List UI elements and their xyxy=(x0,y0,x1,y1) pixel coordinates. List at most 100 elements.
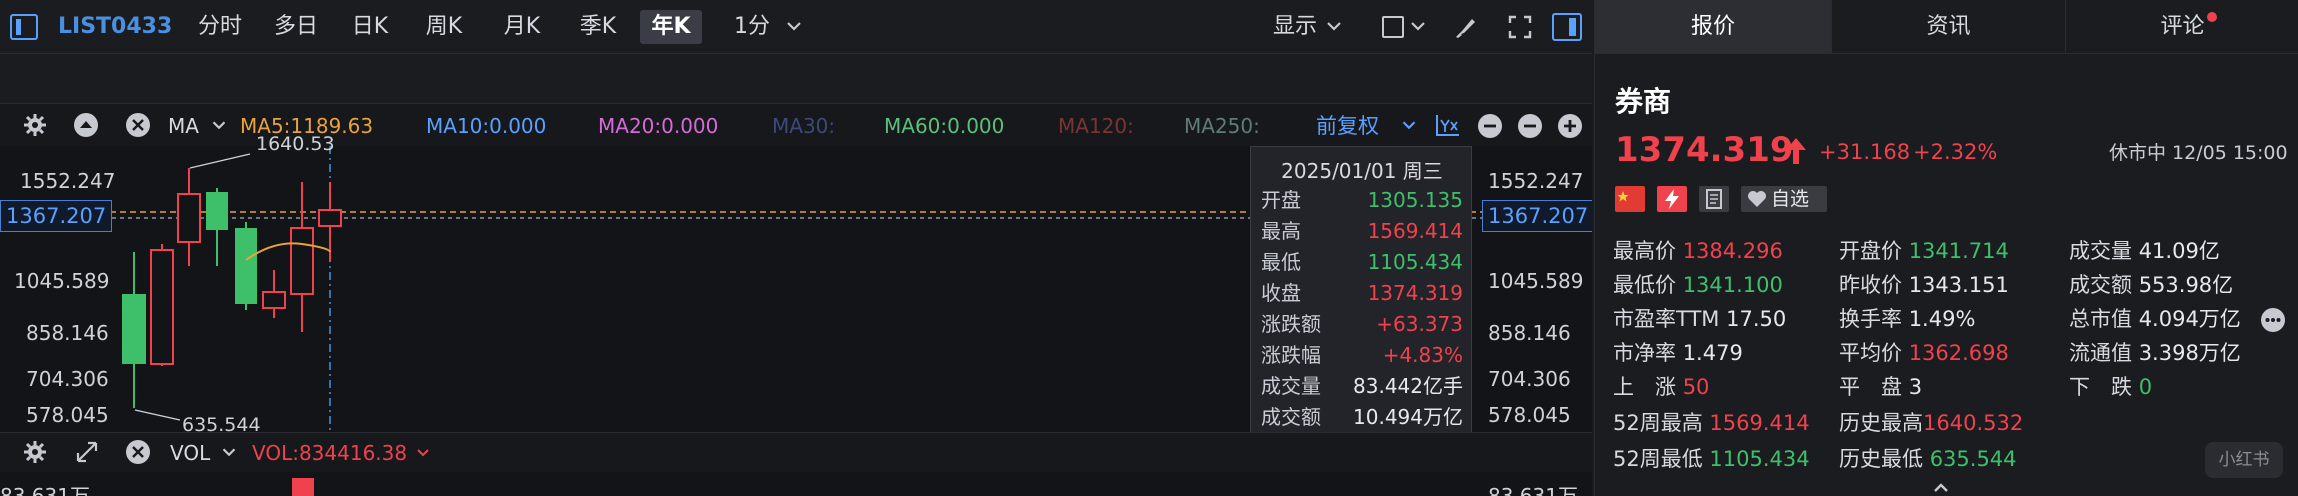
ma-label[interactable]: MA xyxy=(168,113,199,139)
ma5-line xyxy=(245,242,331,261)
ma250-value: MA250: xyxy=(1184,114,1260,138)
gear-icon[interactable] xyxy=(22,112,48,138)
tab-1min[interactable]: 1分 xyxy=(728,10,776,44)
quote-rise: 上 涨 50 xyxy=(1613,375,1710,399)
candle xyxy=(262,291,286,309)
tab-monthly-k[interactable]: 月K xyxy=(496,10,548,44)
candle xyxy=(235,228,257,304)
watchlist-button[interactable]: 自选 xyxy=(1741,186,1827,212)
y-axis-label: 858.146 xyxy=(26,321,109,345)
close-icon[interactable] xyxy=(126,113,150,137)
sidebar-toggle-icon[interactable] xyxy=(10,14,38,40)
tooltip-row: 最高 1569.414 xyxy=(1261,219,1463,243)
tooltip-row: 涨跌幅 +4.83% xyxy=(1261,343,1463,367)
y-axis-label-right: 578.045 xyxy=(1488,403,1571,427)
high-annotation-line xyxy=(189,153,251,169)
chevron-down-icon[interactable] xyxy=(218,441,240,463)
tab-weekly-k[interactable]: 周K xyxy=(418,10,470,44)
drawing-toolbar: Aa xyxy=(0,54,1592,146)
y-axis-label-right: 858.146 xyxy=(1488,321,1571,345)
quote-52w-high: 52周最高 1569.414 xyxy=(1613,411,1810,435)
collapse-up-icon[interactable] xyxy=(74,113,98,137)
y-axis-label: 578.045 xyxy=(26,403,109,427)
minus-icon[interactable] xyxy=(1518,114,1542,138)
watchlist-label: 自选 xyxy=(1771,188,1810,210)
adjust-selector[interactable]: 前复权 xyxy=(1316,113,1379,139)
ma60-value: MA60:0.000 xyxy=(884,114,1005,138)
tab-daily-k[interactable]: 日K xyxy=(344,10,396,44)
minus-icon[interactable] xyxy=(1478,114,1502,138)
market-status: 休市中 12/05 15:00 xyxy=(2109,142,2288,164)
chevron-up-icon[interactable] xyxy=(1929,478,1953,496)
chevron-down-icon[interactable] xyxy=(208,114,230,136)
panel-toggle-icon[interactable] xyxy=(1552,13,1582,41)
ma20-value: MA20:0.000 xyxy=(598,114,719,138)
tab-news[interactable]: 资讯 xyxy=(1831,0,2065,54)
heart-icon xyxy=(1748,191,1766,207)
price-change-pct: +2.32% xyxy=(1913,140,1998,164)
candle xyxy=(206,192,228,230)
quote-float-cap: 流通值 3.398万亿 xyxy=(2069,341,2241,365)
document-icon[interactable] xyxy=(1699,186,1729,212)
expand-icon[interactable] xyxy=(74,439,100,465)
tab-yearly-k[interactable]: 年K xyxy=(640,10,702,44)
chevron-down-icon[interactable] xyxy=(782,14,806,38)
quote-volume: 成交量 41.09亿 xyxy=(2069,239,2220,263)
tab-timeshare[interactable]: 分时 xyxy=(190,10,250,44)
chevron-down-icon[interactable] xyxy=(414,441,432,463)
more-icon[interactable] xyxy=(2261,308,2285,332)
vol-label[interactable]: VOL xyxy=(170,440,210,466)
close-icon[interactable] xyxy=(126,440,150,464)
quote-hist-low: 历史最低 635.544 xyxy=(1839,447,2017,471)
vol-value: VOL:834416.38 xyxy=(252,441,408,465)
current-price-label-left: 1367.207 xyxy=(0,200,113,232)
tooltip-row: 开盘 1305.135 xyxy=(1261,188,1463,212)
quote-market-cap: 总市值 4.094万亿 xyxy=(2069,307,2241,331)
volume-bar xyxy=(292,478,314,496)
lightning-icon xyxy=(1657,186,1687,212)
stock-name: 券商 xyxy=(1615,85,1672,118)
quote-panel: 报价 资讯 评论 券商 1374.319 +31.168 +2.32% 休市中 … xyxy=(1594,0,2298,496)
log-scale-icon[interactable] xyxy=(1434,112,1462,138)
tab-quote[interactable]: 报价 xyxy=(1595,0,1831,54)
price-change: +31.168 xyxy=(1819,140,1911,164)
y-axis-label-right: 704.306 xyxy=(1488,367,1571,391)
watermark-logo: 小红书 xyxy=(2205,442,2283,478)
candle-tooltip: 2025/01/01 周三 开盘 1305.135 最高 1569.414 最低 11… xyxy=(1250,146,1472,441)
fullscreen-icon[interactable] xyxy=(1506,13,1534,41)
ma120-value: MA120: xyxy=(1058,114,1134,138)
low-annotation: 635.544 xyxy=(182,414,261,432)
display-menu[interactable]: 显示 xyxy=(1270,10,1320,44)
tooltip-row: 成交量 83.442亿手 xyxy=(1261,374,1463,398)
vol-axis-label: 83.631万 xyxy=(0,484,90,496)
chevron-down-icon[interactable] xyxy=(1322,14,1346,38)
chevron-down-icon[interactable] xyxy=(1406,14,1430,38)
gear-icon[interactable] xyxy=(22,439,48,465)
plus-icon[interactable] xyxy=(1558,114,1582,138)
quote-open: 开盘价 1341.714 xyxy=(1839,239,2009,263)
brush-icon[interactable] xyxy=(1452,13,1480,41)
vol-axis-label-right: 83.631万 xyxy=(1488,484,1578,496)
quote-prev-close: 昨收价 1343.151 xyxy=(1839,273,2009,297)
candle xyxy=(318,209,342,227)
checkbox-icon[interactable] xyxy=(1382,16,1404,38)
quote-avg-price: 平均价 1362.698 xyxy=(1839,341,2009,365)
stock-code[interactable]: LIST0433 xyxy=(58,10,172,44)
candle xyxy=(177,193,201,243)
chevron-down-icon[interactable] xyxy=(1398,114,1420,136)
tooltip-row: 收盘 1374.319 xyxy=(1261,281,1463,305)
low-annotation-line xyxy=(134,409,181,421)
tab-multiday[interactable]: 多日 xyxy=(266,10,326,44)
timeframe-bar: LIST0433 分时 多日 日K 周K 月K 季K 年K 1分 显示 xyxy=(0,0,1592,54)
quote-52w-low: 52周最低 1105.434 xyxy=(1613,447,1810,471)
tab-quarterly-k[interactable]: 季K xyxy=(572,10,624,44)
y-axis-label: 1045.589 xyxy=(14,269,110,293)
quote-fall: 下 跌 0 xyxy=(2069,375,2153,399)
tab-comments[interactable]: 评论 xyxy=(2065,0,2298,54)
chart-area: LIST0433 分时 多日 日K 周K 月K 季K 年K 1分 显示 MA M… xyxy=(0,0,1592,496)
tooltip-row: 涨跌额 +63.373 xyxy=(1261,312,1463,336)
quote-turnover: 成交额 553.98亿 xyxy=(2069,273,2234,297)
tooltip-date: 2025/01/01 周三 xyxy=(1281,159,1443,183)
ma10-value: MA10:0.000 xyxy=(426,114,547,138)
candle xyxy=(122,294,146,364)
